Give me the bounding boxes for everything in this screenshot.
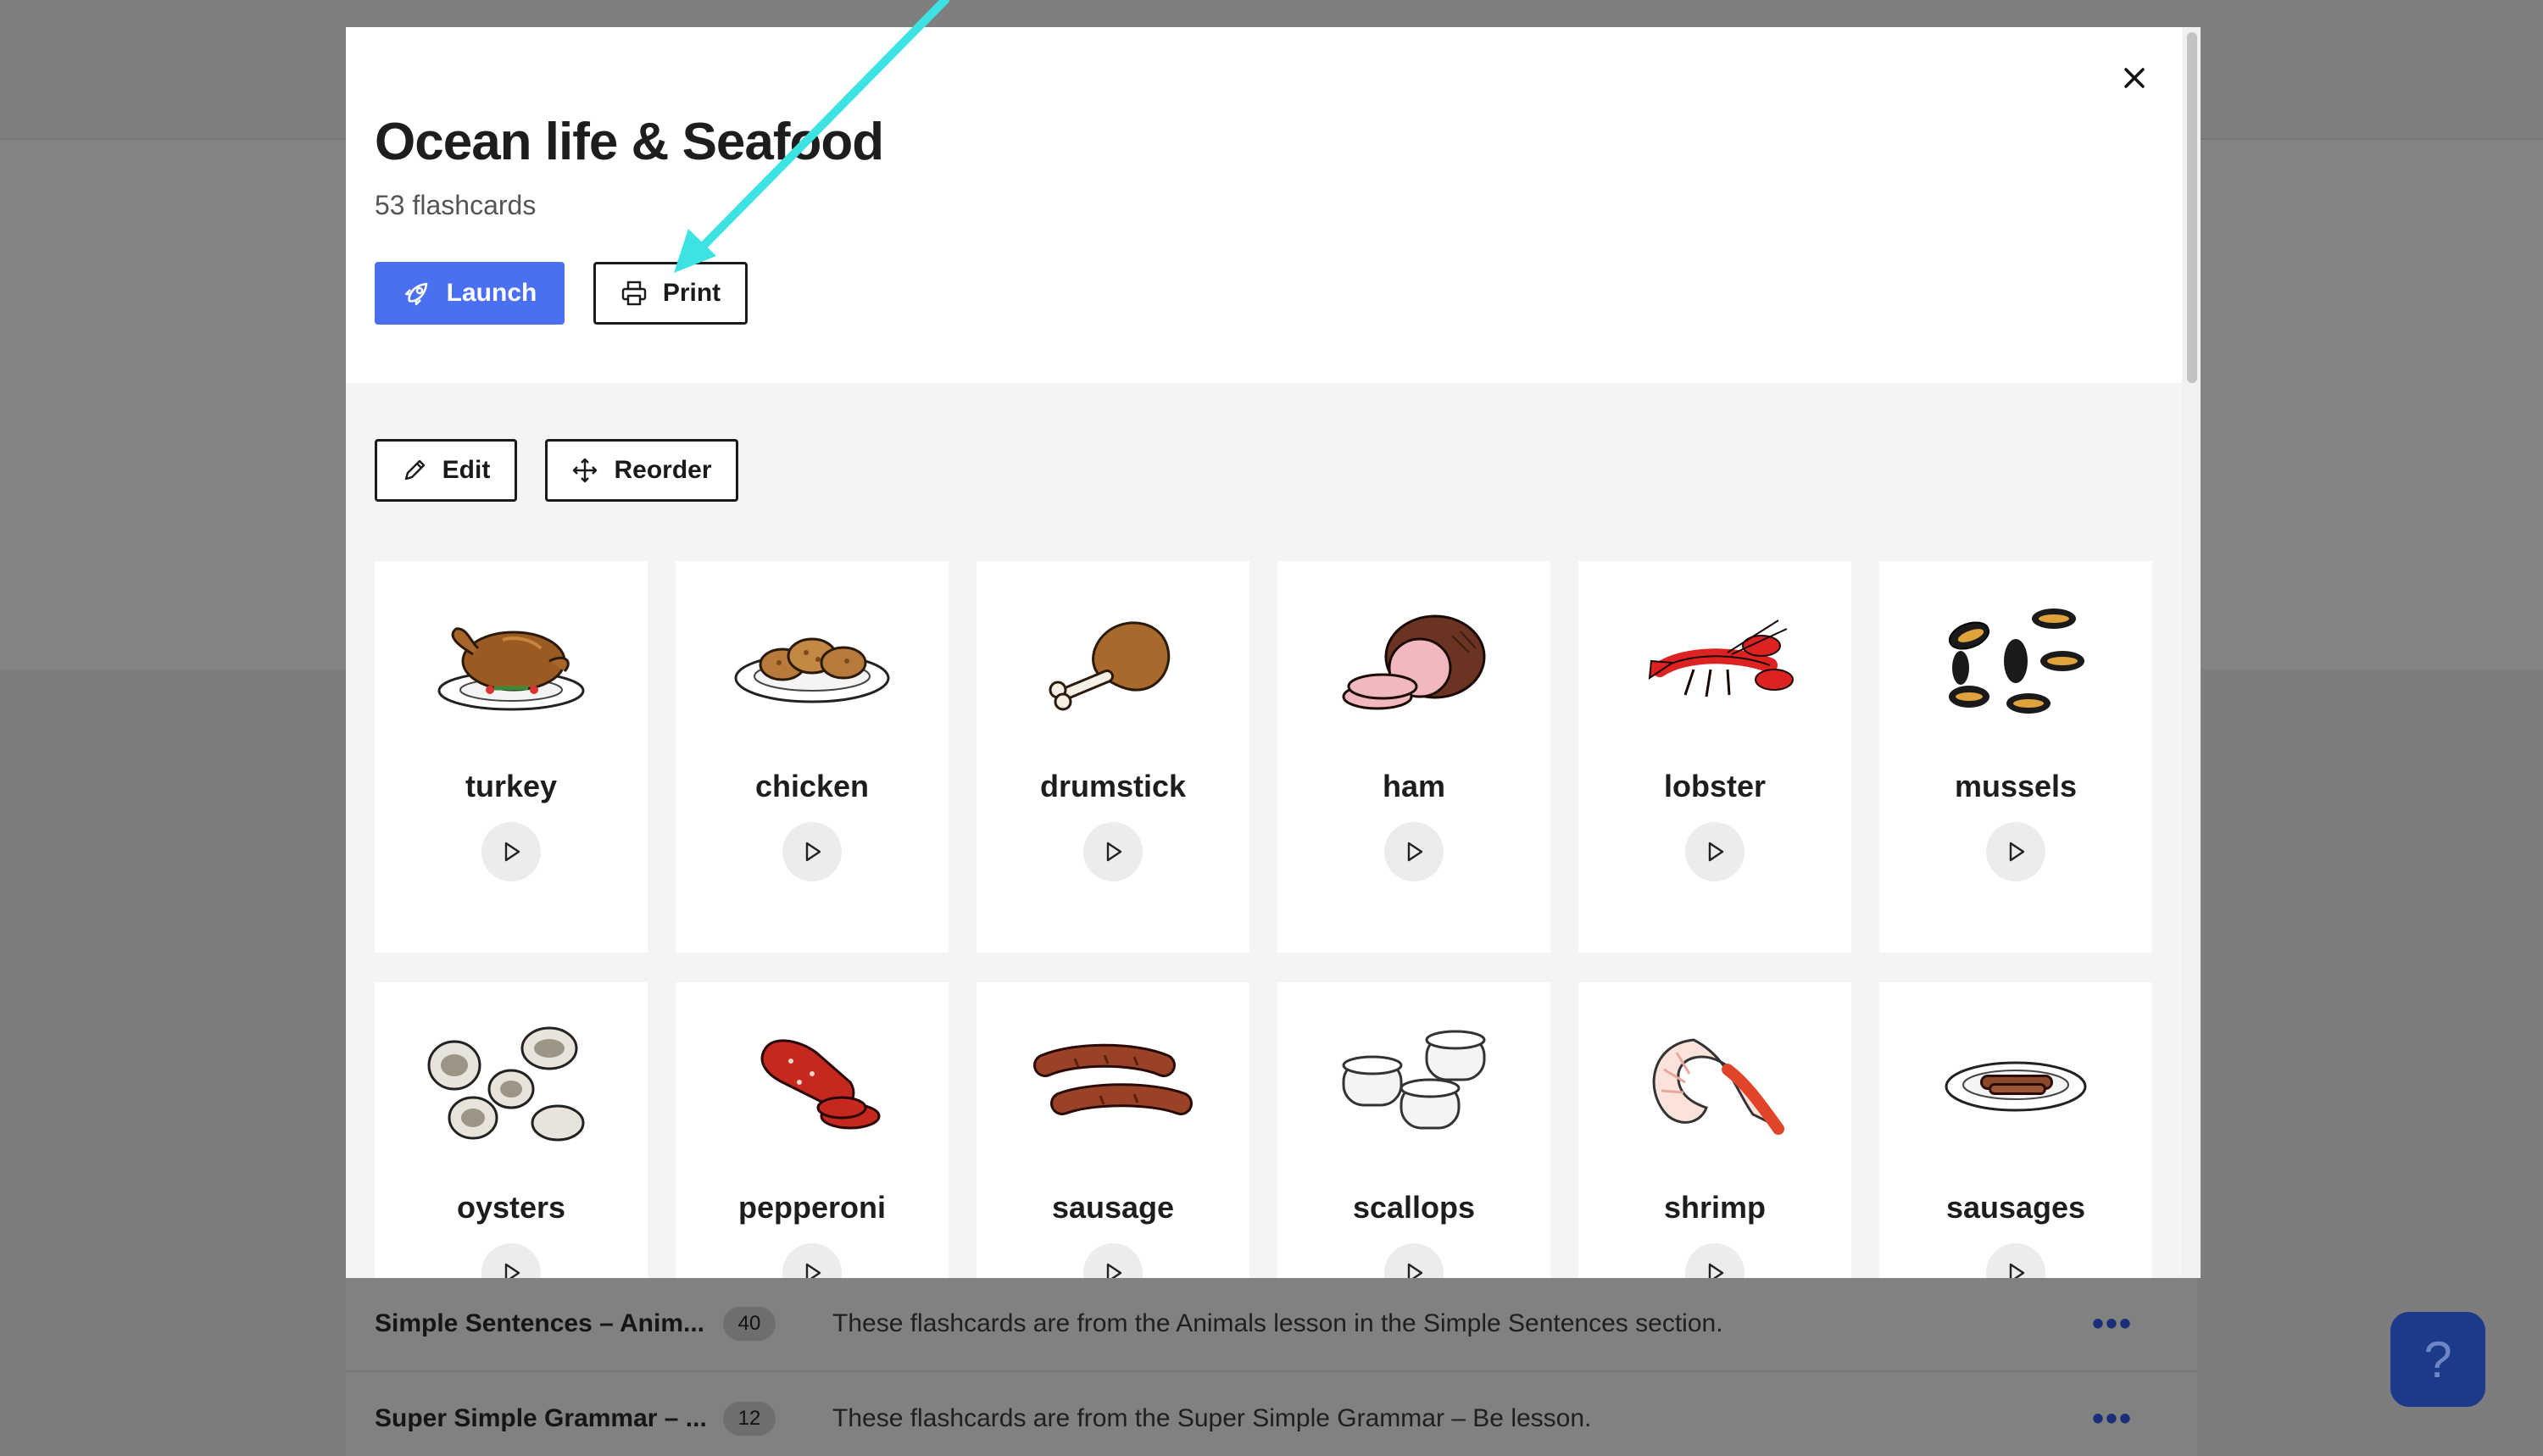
modal-header: Ocean life & Seafood 53 flashcards Launc…: [346, 27, 2182, 383]
help-button[interactable]: ?: [2390, 1312, 2485, 1407]
card-label: shrimp: [1663, 1190, 1767, 1225]
drumstick-icon: [1049, 621, 1171, 711]
set-count-badge: 12: [723, 1402, 776, 1436]
close-button[interactable]: [2113, 57, 2156, 99]
play-icon: [1106, 842, 1122, 862]
play-icon: [1708, 1263, 1724, 1278]
set-title: Simple Sentences – Anim...: [375, 1309, 705, 1337]
scallops-icon: [1342, 1030, 1486, 1130]
play-icon: [805, 1263, 821, 1278]
play-icon: [2009, 842, 2025, 862]
print-label: Print: [662, 279, 721, 307]
oysters-icon: [427, 1026, 585, 1142]
flashcard[interactable]: shrimp: [1578, 982, 1851, 1278]
set-title: Super Simple Grammar – ...: [375, 1404, 707, 1432]
lobster-icon: [1648, 620, 1794, 697]
flashcard[interactable]: chicken: [676, 561, 949, 953]
card-label: oysters: [456, 1190, 566, 1225]
edit-label: Edit: [442, 456, 491, 484]
modal-scrollbar[interactable]: [2182, 27, 2201, 1278]
rocket-icon: [404, 282, 427, 306]
move-icon: [573, 458, 598, 483]
play-audio-button[interactable]: [1083, 822, 1143, 881]
flashcard[interactable]: lobster: [1578, 561, 1851, 953]
play-audio-button[interactable]: [1685, 1243, 1744, 1278]
card-label: turkey: [465, 769, 558, 803]
play-icon: [504, 1263, 520, 1278]
card-label: chicken: [754, 769, 870, 803]
sausages-icon: [1945, 1061, 2087, 1112]
list-item[interactable]: Super Simple Grammar – ... 12 These flas…: [346, 1370, 2197, 1456]
play-audio-button[interactable]: [481, 1243, 541, 1278]
play-audio-button[interactable]: [782, 1243, 842, 1278]
flashcard[interactable]: oysters: [375, 982, 648, 1278]
play-icon: [1708, 842, 1724, 862]
card-label: sausages: [1945, 1190, 2086, 1225]
play-icon: [2009, 1263, 2025, 1278]
card-label: lobster: [1663, 769, 1767, 803]
sausage-icon: [1033, 1043, 1193, 1115]
play-icon: [805, 842, 821, 862]
play-audio-button[interactable]: [782, 822, 842, 881]
play-icon: [1407, 1263, 1423, 1278]
flashcard[interactable]: turkey: [375, 561, 648, 953]
card-label: drumstick: [1039, 769, 1187, 803]
flashcard[interactable]: scallops: [1277, 982, 1550, 1278]
launch-label: Launch: [446, 279, 537, 307]
flashcard-set-list: Simple Sentences – Anim... 40 These flas…: [346, 1275, 2197, 1456]
more-options-icon[interactable]: •••: [2092, 1400, 2133, 1438]
chicken-icon: [734, 637, 890, 703]
mussels-icon: [1948, 609, 2084, 714]
flashcard[interactable]: pepperoni: [676, 982, 949, 1278]
launch-button[interactable]: Launch: [375, 262, 565, 325]
play-icon: [1106, 1263, 1122, 1278]
printer-icon: [621, 281, 647, 306]
more-options-icon[interactable]: •••: [2092, 1305, 2133, 1343]
card-label: sausage: [1051, 1190, 1175, 1225]
edit-button[interactable]: Edit: [375, 439, 517, 502]
turkey-icon: [437, 627, 585, 711]
card-label: ham: [1382, 769, 1446, 803]
close-icon: [2124, 68, 2145, 88]
flashcard[interactable]: mussels: [1879, 561, 2152, 953]
shrimp-icon: [1652, 1038, 1784, 1135]
list-item[interactable]: Simple Sentences – Anim... 40 These flas…: [346, 1275, 2197, 1370]
ham-icon: [1342, 614, 1486, 710]
flashcard[interactable]: drumstick: [977, 561, 1249, 953]
set-description: These flashcards are from the Super Simp…: [832, 1404, 1592, 1432]
scrollbar-thumb[interactable]: [2187, 32, 2197, 383]
flashcard[interactable]: sausages: [1879, 982, 2152, 1278]
flashcard[interactable]: sausage: [977, 982, 1249, 1278]
page-title: Ocean life & Seafood: [375, 113, 884, 171]
card-label: scallops: [1352, 1190, 1476, 1225]
flashcard-set-modal: Ocean life & Seafood 53 flashcards Launc…: [346, 27, 2201, 1278]
set-description: These flashcards are from the Animals le…: [832, 1309, 1723, 1337]
play-audio-button[interactable]: [1986, 822, 2045, 881]
play-audio-button[interactable]: [1685, 822, 1744, 881]
print-button[interactable]: Print: [593, 262, 748, 325]
play-audio-button[interactable]: [1384, 1243, 1444, 1278]
pencil-icon: [404, 459, 425, 481]
flashcard-count: 53 flashcards: [375, 190, 537, 220]
reorder-label: Reorder: [614, 456, 712, 484]
flashcard[interactable]: ham: [1277, 561, 1550, 953]
play-audio-button[interactable]: [1384, 822, 1444, 881]
reorder-button[interactable]: Reorder: [545, 439, 738, 502]
pepperoni-icon: [760, 1039, 881, 1130]
card-label: pepperoni: [737, 1190, 886, 1225]
play-audio-button[interactable]: [1986, 1243, 2045, 1278]
play-audio-button[interactable]: [1083, 1243, 1143, 1278]
card-label: mussels: [1954, 769, 2078, 803]
play-icon: [504, 842, 520, 862]
play-audio-button[interactable]: [481, 822, 541, 881]
play-icon: [1407, 842, 1423, 862]
set-count-badge: 40: [723, 1307, 776, 1341]
